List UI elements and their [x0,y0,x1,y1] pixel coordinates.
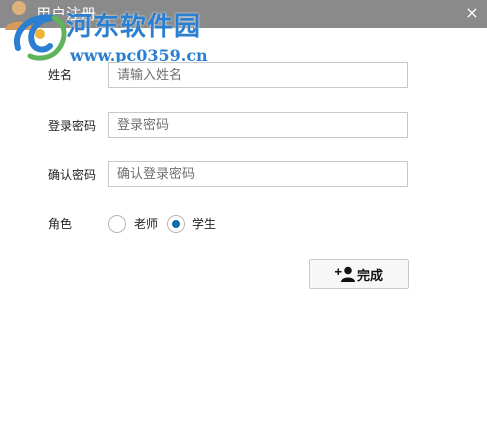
password-input[interactable] [108,112,408,138]
watermark-logo: 河东软件园 www.pc0359.cn [10,8,240,70]
register-window: 用户注册 × 河东软件园 www.pc0359.cn 姓名 登录密码 确认密码 … [0,0,487,444]
radio-selected-dot [172,220,180,228]
password-label: 登录密码 [48,119,97,133]
role-label: 角色 [48,217,73,231]
user-plus-icon [334,266,355,282]
name-input[interactable] [108,62,408,88]
role-radio-teacher[interactable] [108,215,126,233]
done-button-label: 完成 [356,268,383,284]
close-icon: × [465,3,479,22]
name-label: 姓名 [48,68,73,82]
watermark-title: 河东软件园 [66,12,202,42]
confirm-password-label: 确认密码 [48,168,97,182]
done-button[interactable]: 完成 [309,259,409,289]
confirm-password-input[interactable] [108,161,408,187]
watermark-swirl-icon [13,14,67,61]
role-radio-student[interactable] [167,215,185,233]
role-option-student-label[interactable]: 学生 [192,216,216,232]
role-option-teacher-label[interactable]: 老师 [134,216,158,232]
close-button[interactable]: × [463,4,481,22]
